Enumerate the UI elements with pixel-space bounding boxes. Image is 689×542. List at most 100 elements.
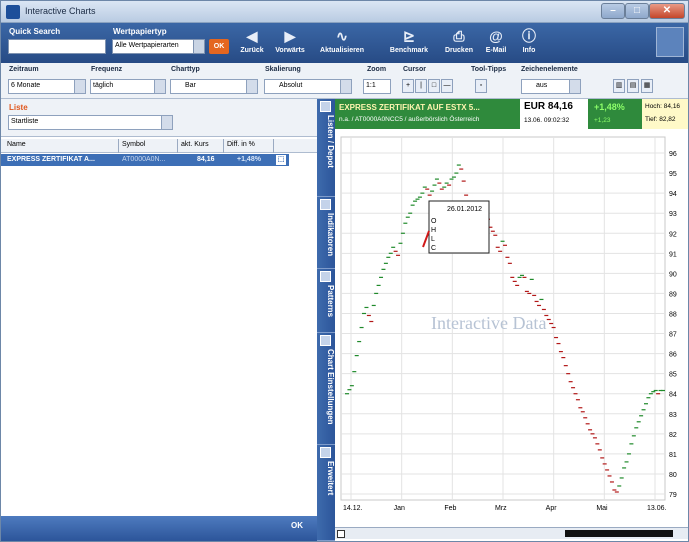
zoom-control[interactable]: 1:1 (363, 79, 391, 94)
skalierung-select[interactable]: Absolut (264, 79, 352, 94)
list-bottom-bar: OK (1, 516, 317, 541)
x-tick-label: 13.06. (647, 505, 667, 512)
tab-indikatoren[interactable]: Indikatoren (317, 197, 335, 269)
col-symbol[interactable]: Symbol (122, 141, 145, 148)
cursor-rect-icon[interactable]: □ (428, 79, 440, 93)
info-icon: ⓘ (522, 28, 536, 44)
minimize-button[interactable]: – (601, 3, 625, 19)
tab-chart-einstellungen[interactable]: Chart Einstellungen (317, 333, 335, 445)
forward-button[interactable]: ▶ Vorwärts (271, 25, 309, 61)
change-box: +1,48% +1,23 (590, 99, 640, 129)
close-button[interactable]: ✕ (649, 3, 685, 19)
tab-erweitert[interactable]: Erweitert (317, 445, 335, 541)
row-kurs: 84,16 (197, 156, 215, 163)
chevron-down-icon (340, 80, 351, 93)
benchmark-button[interactable]: ⊵ Benchmark (385, 25, 433, 61)
row-action-icon[interactable]: ⬚ (276, 155, 286, 165)
row-symbol: AT0000A0N... (122, 156, 166, 163)
table-row[interactable]: EXPRESS ZERTIFIKAT A... AT0000A0N... 84,… (1, 154, 289, 166)
charttyp-select[interactable]: Bar (170, 79, 258, 94)
scroll-left-icon[interactable] (337, 530, 345, 538)
title-bar: Interactive Charts – □ ✕ (1, 1, 688, 23)
zeitraum-label: Zeitraum (9, 66, 39, 73)
wertpapiertyp-value: Alle Wertpapierarten (115, 42, 179, 49)
cursor-crosshair-icon[interactable]: + (402, 79, 414, 93)
search-ok-button[interactable]: OK (209, 39, 229, 54)
high-value: Hoch: 84,16 (645, 103, 681, 110)
change-abs: +1,23 (594, 117, 611, 124)
col-name[interactable]: Name (7, 141, 26, 148)
watermark: Interactive Data (431, 313, 546, 333)
col-diff[interactable]: Diff. in % (227, 141, 255, 148)
quick-search-label: Quick Search (9, 27, 61, 36)
scroll-thumb[interactable] (565, 530, 673, 537)
app-icon (6, 5, 20, 19)
y-tick-label: 95 (669, 171, 677, 178)
chevron-down-icon (193, 40, 204, 53)
x-tick-label: Mrz (495, 505, 507, 512)
x-tick-label: Mai (596, 505, 608, 512)
wertpapiertyp-label: Wertpapiertyp (113, 27, 167, 36)
x-tick-label: Apr (546, 505, 558, 512)
tooltip-toggle-icon[interactable]: ▫ (475, 79, 487, 93)
y-tick-label: 89 (669, 291, 677, 298)
col-kurs[interactable]: akt. Kurs (181, 141, 209, 148)
maximize-button[interactable]: □ (625, 3, 649, 19)
zeichen-select[interactable]: aus (521, 79, 581, 94)
side-tabs: Listen / Depot Indikatoren Patterns Char… (317, 99, 335, 541)
tooltip-label: O (431, 218, 437, 225)
y-tick-label: 94 (669, 191, 677, 198)
zoom-label: Zoom (367, 66, 387, 73)
y-tick-label: 81 (669, 452, 677, 459)
chevron-down-icon (569, 80, 580, 93)
y-tick-label: 82 (669, 432, 677, 439)
email-button[interactable]: @ E-Mail (481, 25, 511, 61)
row-diff: +1,48% (237, 156, 261, 163)
brand-logo (656, 27, 684, 57)
price-chart[interactable]: 79 80 81 82 83 84 85 86 87 88 89 90 91 92 93 94 95 96 14.1… (335, 129, 688, 527)
tab-listen-depot[interactable]: Listen / Depot (317, 99, 335, 197)
window-title: Interactive Charts (25, 6, 96, 16)
tooltip-label: L (431, 236, 435, 243)
app-window: Interactive Charts – □ ✕ Quick Search We… (0, 0, 689, 542)
back-button[interactable]: ◀ Zurück (237, 25, 267, 61)
email-icon: @ (489, 28, 503, 44)
info-button[interactable]: ⓘ Info (517, 25, 541, 61)
high-low-box: Hoch: 84,16 Tief: 82,82 (642, 99, 688, 129)
frequenz-label: Frequenz (91, 66, 123, 73)
draw-delete-icon[interactable]: ▦ (641, 79, 653, 93)
indicator-icon (320, 199, 331, 210)
tooltips-label: Tool-Tipps (471, 66, 507, 73)
instrument-isin: n.a. / AT0000A0NCC5 / außerbörslich Öste… (339, 116, 480, 123)
benchmark-icon: ⊵ (403, 28, 415, 44)
table-header: Name Symbol akt. Kurs Diff. in % (1, 139, 317, 153)
zeitraum-select[interactable]: 6 Monate (8, 79, 86, 94)
y-tick-label: 96 (669, 151, 677, 158)
y-tick-label: 83 (669, 412, 677, 419)
tab-patterns[interactable]: Patterns (317, 269, 335, 333)
refresh-button[interactable]: ∿ Aktualisieren (313, 25, 371, 61)
draw-tool-icon[interactable]: ▥ (613, 79, 625, 93)
liste-select[interactable]: Startliste (8, 115, 173, 130)
tooltip-label: C (431, 245, 436, 252)
cursor-hline-icon[interactable]: — (441, 79, 453, 93)
list-ok-button[interactable]: OK (291, 521, 303, 530)
skalierung-label: Skalierung (265, 66, 301, 73)
zeichen-label: Zeichenelemente (521, 66, 578, 73)
arrow-right-icon: ▶ (284, 28, 296, 44)
change-pct: +1,48% (594, 102, 625, 112)
y-tick-label: 86 (669, 352, 677, 359)
low-value: Tief: 82,82 (645, 116, 676, 123)
liste-label: Liste (9, 103, 28, 112)
chart-scrollbar[interactable] (335, 527, 688, 539)
quick-search-input[interactable] (8, 39, 106, 54)
print-button[interactable]: ⎙ Drucken (441, 25, 477, 61)
frequenz-select[interactable]: täglich (90, 79, 166, 94)
draw-save-icon[interactable]: ▤ (627, 79, 639, 93)
wertpapiertyp-select[interactable]: Alle Wertpapierarten (112, 39, 205, 54)
cursor-line-icon[interactable]: | (415, 79, 427, 93)
charttyp-label: Charttyp (171, 66, 200, 73)
current-price: EUR 84,16 (524, 101, 573, 112)
print-icon: ⎙ (453, 28, 465, 44)
price-box: EUR 84,16 13.06. 09:02:32 (520, 99, 588, 129)
